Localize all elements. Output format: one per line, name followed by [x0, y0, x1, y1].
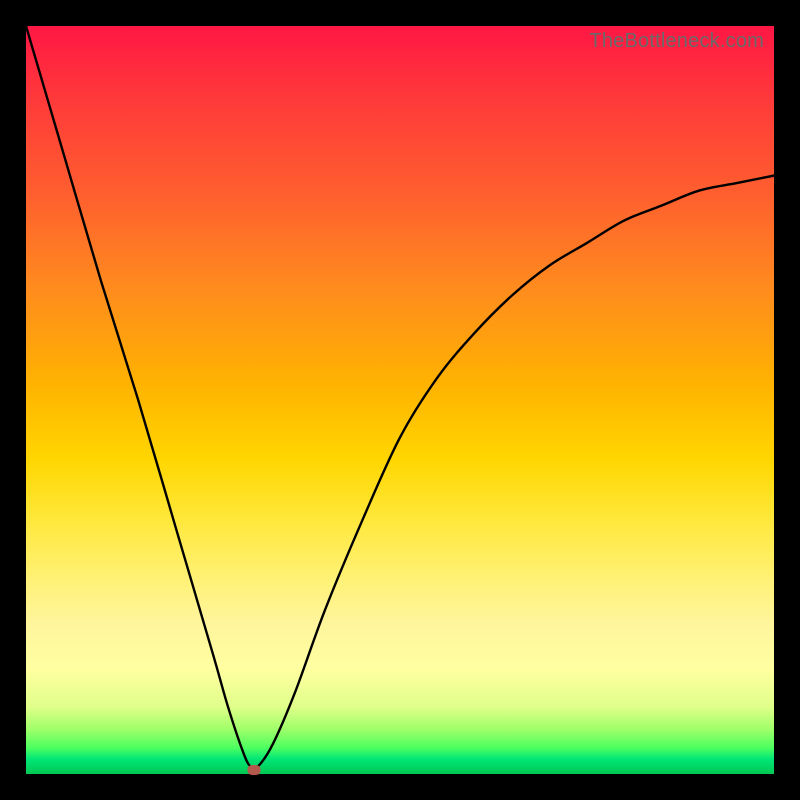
watermark-text: TheBottleneck.com [589, 30, 764, 53]
bottleneck-curve [26, 26, 774, 774]
plot-area: TheBottleneck.com [26, 26, 774, 774]
optimum-marker [248, 765, 261, 775]
chart-frame: TheBottleneck.com [0, 0, 800, 800]
